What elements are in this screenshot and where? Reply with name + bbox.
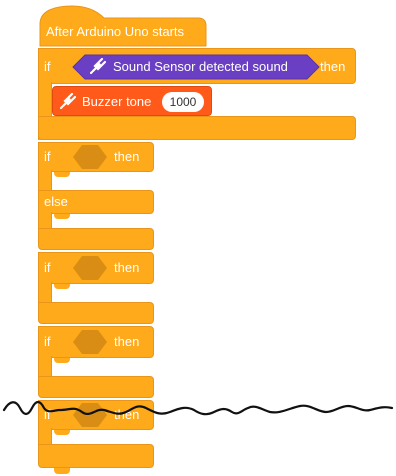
plug-icon	[90, 58, 106, 74]
then-keyword: then	[114, 260, 140, 275]
if-then-block-4-arm	[38, 356, 52, 378]
empty-condition-slot[interactable]	[72, 329, 108, 355]
then-keyword: then	[114, 334, 140, 349]
empty-statement-notch	[54, 430, 70, 435]
then-keyword: then	[320, 59, 346, 74]
if-keyword: if	[44, 59, 51, 74]
empty-statement-notch	[54, 172, 70, 177]
plug-icon	[60, 93, 76, 109]
torn-edge-line	[2, 400, 394, 416]
hat-block-label: After Arduino Uno starts	[46, 24, 185, 39]
empty-statement-notch	[54, 284, 70, 289]
else-keyword: else	[44, 194, 68, 209]
empty-condition-slot[interactable]	[72, 144, 108, 170]
empty-statement-notch	[54, 358, 70, 363]
buzzer-tone-label: Buzzer tone	[82, 94, 152, 109]
if-keyword: if	[44, 334, 51, 349]
sound-sensor-condition-label: Sound Sensor detected sound	[113, 59, 288, 74]
empty-statement-notch	[54, 214, 70, 219]
if-then-block-5-footer	[38, 444, 154, 468]
if-then-block-1-footer	[38, 116, 356, 140]
if-then-block-3-footer	[38, 302, 154, 324]
buzzer-tone-value-input[interactable]: 1000	[162, 92, 204, 112]
empty-condition-slot[interactable]	[72, 255, 108, 281]
if-keyword: if	[44, 260, 51, 275]
if-then-block-4-footer	[38, 376, 154, 398]
then-keyword: then	[114, 149, 140, 164]
next-block-notch	[54, 468, 70, 474]
if-keyword: if	[44, 149, 51, 164]
if-else-block-footer	[38, 228, 154, 250]
block-workspace: After Arduino Uno starts if then Sound S…	[0, 0, 396, 476]
